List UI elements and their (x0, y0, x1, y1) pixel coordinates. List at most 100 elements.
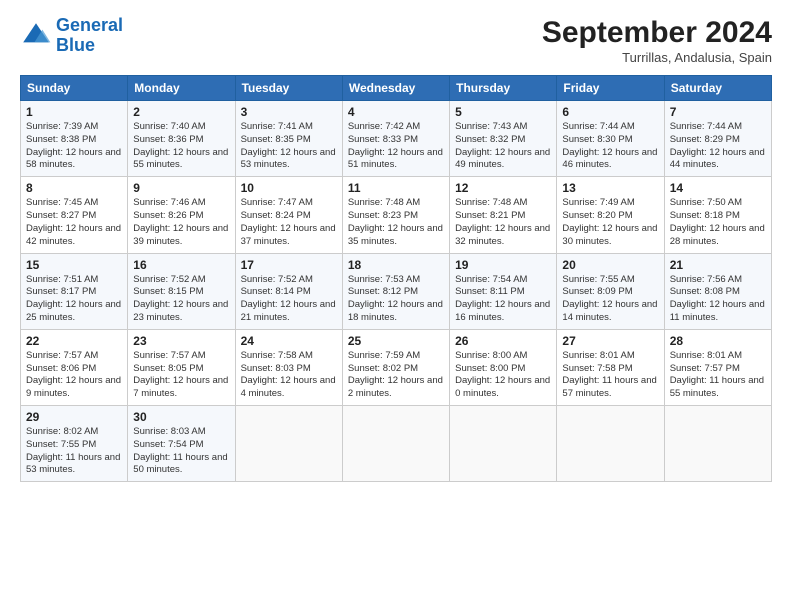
day-info: Sunrise: 8:01 AMSunset: 7:57 PMDaylight:… (670, 350, 766, 401)
calendar-cell (235, 406, 342, 482)
header: General Blue September 2024 Turrillas, A… (20, 16, 772, 65)
calendar-cell: 16 Sunrise: 7:52 AMSunset: 8:15 PMDaylig… (128, 253, 235, 329)
day-info: Sunrise: 7:44 AMSunset: 8:30 PMDaylight:… (562, 121, 658, 172)
calendar-cell: 14 Sunrise: 7:50 AMSunset: 8:18 PMDaylig… (664, 177, 771, 253)
calendar-cell: 20 Sunrise: 7:55 AMSunset: 8:09 PMDaylig… (557, 253, 664, 329)
calendar-cell: 7 Sunrise: 7:44 AMSunset: 8:29 PMDayligh… (664, 101, 771, 177)
day-info: Sunrise: 8:02 AMSunset: 7:55 PMDaylight:… (26, 426, 122, 477)
title-block: September 2024 Turrillas, Andalusia, Spa… (542, 16, 772, 65)
calendar-table: Sunday Monday Tuesday Wednesday Thursday… (20, 75, 772, 482)
day-info: Sunrise: 7:48 AMSunset: 8:21 PMDaylight:… (455, 197, 551, 248)
calendar-cell: 9 Sunrise: 7:46 AMSunset: 8:26 PMDayligh… (128, 177, 235, 253)
logo-icon (20, 20, 52, 52)
header-row: Sunday Monday Tuesday Wednesday Thursday… (21, 76, 772, 101)
day-number: 15 (26, 258, 122, 272)
col-saturday: Saturday (664, 76, 771, 101)
calendar-cell: 8 Sunrise: 7:45 AMSunset: 8:27 PMDayligh… (21, 177, 128, 253)
day-number: 11 (348, 181, 444, 195)
day-number: 7 (670, 105, 766, 119)
day-info: Sunrise: 7:44 AMSunset: 8:29 PMDaylight:… (670, 121, 766, 172)
col-friday: Friday (557, 76, 664, 101)
calendar-cell: 13 Sunrise: 7:49 AMSunset: 8:20 PMDaylig… (557, 177, 664, 253)
col-tuesday: Tuesday (235, 76, 342, 101)
day-number: 25 (348, 334, 444, 348)
day-info: Sunrise: 7:52 AMSunset: 8:15 PMDaylight:… (133, 274, 229, 325)
calendar-week-5: 29 Sunrise: 8:02 AMSunset: 7:55 PMDaylig… (21, 406, 772, 482)
month-title: September 2024 (542, 16, 772, 50)
calendar-cell: 28 Sunrise: 8:01 AMSunset: 7:57 PMDaylig… (664, 329, 771, 405)
day-number: 2 (133, 105, 229, 119)
day-info: Sunrise: 7:58 AMSunset: 8:03 PMDaylight:… (241, 350, 337, 401)
day-number: 5 (455, 105, 551, 119)
location: Turrillas, Andalusia, Spain (542, 50, 772, 65)
day-info: Sunrise: 7:42 AMSunset: 8:33 PMDaylight:… (348, 121, 444, 172)
day-info: Sunrise: 7:48 AMSunset: 8:23 PMDaylight:… (348, 197, 444, 248)
calendar-cell: 22 Sunrise: 7:57 AMSunset: 8:06 PMDaylig… (21, 329, 128, 405)
day-number: 13 (562, 181, 658, 195)
day-number: 22 (26, 334, 122, 348)
calendar-week-1: 1 Sunrise: 7:39 AMSunset: 8:38 PMDayligh… (21, 101, 772, 177)
calendar-cell (342, 406, 449, 482)
day-info: Sunrise: 8:01 AMSunset: 7:58 PMDaylight:… (562, 350, 658, 401)
day-info: Sunrise: 7:45 AMSunset: 8:27 PMDaylight:… (26, 197, 122, 248)
day-number: 17 (241, 258, 337, 272)
calendar-page: General Blue September 2024 Turrillas, A… (0, 0, 792, 612)
day-info: Sunrise: 7:49 AMSunset: 8:20 PMDaylight:… (562, 197, 658, 248)
calendar-cell: 29 Sunrise: 8:02 AMSunset: 7:55 PMDaylig… (21, 406, 128, 482)
day-number: 30 (133, 410, 229, 424)
day-info: Sunrise: 7:46 AMSunset: 8:26 PMDaylight:… (133, 197, 229, 248)
day-info: Sunrise: 7:55 AMSunset: 8:09 PMDaylight:… (562, 274, 658, 325)
day-info: Sunrise: 7:39 AMSunset: 8:38 PMDaylight:… (26, 121, 122, 172)
day-info: Sunrise: 7:51 AMSunset: 8:17 PMDaylight:… (26, 274, 122, 325)
day-info: Sunrise: 7:54 AMSunset: 8:11 PMDaylight:… (455, 274, 551, 325)
day-info: Sunrise: 7:50 AMSunset: 8:18 PMDaylight:… (670, 197, 766, 248)
day-info: Sunrise: 7:56 AMSunset: 8:08 PMDaylight:… (670, 274, 766, 325)
day-info: Sunrise: 7:43 AMSunset: 8:32 PMDaylight:… (455, 121, 551, 172)
col-thursday: Thursday (450, 76, 557, 101)
calendar-cell (450, 406, 557, 482)
day-number: 16 (133, 258, 229, 272)
calendar-week-3: 15 Sunrise: 7:51 AMSunset: 8:17 PMDaylig… (21, 253, 772, 329)
day-info: Sunrise: 8:03 AMSunset: 7:54 PMDaylight:… (133, 426, 229, 477)
calendar-cell: 24 Sunrise: 7:58 AMSunset: 8:03 PMDaylig… (235, 329, 342, 405)
day-number: 9 (133, 181, 229, 195)
calendar-cell (664, 406, 771, 482)
calendar-week-4: 22 Sunrise: 7:57 AMSunset: 8:06 PMDaylig… (21, 329, 772, 405)
col-sunday: Sunday (21, 76, 128, 101)
calendar-cell: 25 Sunrise: 7:59 AMSunset: 8:02 PMDaylig… (342, 329, 449, 405)
calendar-cell: 26 Sunrise: 8:00 AMSunset: 8:00 PMDaylig… (450, 329, 557, 405)
day-info: Sunrise: 7:52 AMSunset: 8:14 PMDaylight:… (241, 274, 337, 325)
calendar-cell: 1 Sunrise: 7:39 AMSunset: 8:38 PMDayligh… (21, 101, 128, 177)
day-number: 27 (562, 334, 658, 348)
day-number: 12 (455, 181, 551, 195)
calendar-cell: 6 Sunrise: 7:44 AMSunset: 8:30 PMDayligh… (557, 101, 664, 177)
day-number: 28 (670, 334, 766, 348)
calendar-cell: 18 Sunrise: 7:53 AMSunset: 8:12 PMDaylig… (342, 253, 449, 329)
logo-line2: Blue (56, 35, 95, 55)
day-info: Sunrise: 7:53 AMSunset: 8:12 PMDaylight:… (348, 274, 444, 325)
day-number: 18 (348, 258, 444, 272)
calendar-cell: 17 Sunrise: 7:52 AMSunset: 8:14 PMDaylig… (235, 253, 342, 329)
day-info: Sunrise: 7:59 AMSunset: 8:02 PMDaylight:… (348, 350, 444, 401)
day-number: 1 (26, 105, 122, 119)
logo: General Blue (20, 16, 123, 56)
day-info: Sunrise: 8:00 AMSunset: 8:00 PMDaylight:… (455, 350, 551, 401)
col-monday: Monday (128, 76, 235, 101)
calendar-week-2: 8 Sunrise: 7:45 AMSunset: 8:27 PMDayligh… (21, 177, 772, 253)
calendar-cell (557, 406, 664, 482)
day-info: Sunrise: 7:57 AMSunset: 8:05 PMDaylight:… (133, 350, 229, 401)
calendar-cell: 2 Sunrise: 7:40 AMSunset: 8:36 PMDayligh… (128, 101, 235, 177)
day-number: 14 (670, 181, 766, 195)
day-number: 8 (26, 181, 122, 195)
day-number: 4 (348, 105, 444, 119)
day-info: Sunrise: 7:57 AMSunset: 8:06 PMDaylight:… (26, 350, 122, 401)
day-number: 3 (241, 105, 337, 119)
day-info: Sunrise: 7:41 AMSunset: 8:35 PMDaylight:… (241, 121, 337, 172)
logo-line1: General (56, 15, 123, 35)
calendar-cell: 11 Sunrise: 7:48 AMSunset: 8:23 PMDaylig… (342, 177, 449, 253)
calendar-cell: 4 Sunrise: 7:42 AMSunset: 8:33 PMDayligh… (342, 101, 449, 177)
calendar-cell: 12 Sunrise: 7:48 AMSunset: 8:21 PMDaylig… (450, 177, 557, 253)
day-number: 24 (241, 334, 337, 348)
day-number: 20 (562, 258, 658, 272)
calendar-cell: 3 Sunrise: 7:41 AMSunset: 8:35 PMDayligh… (235, 101, 342, 177)
